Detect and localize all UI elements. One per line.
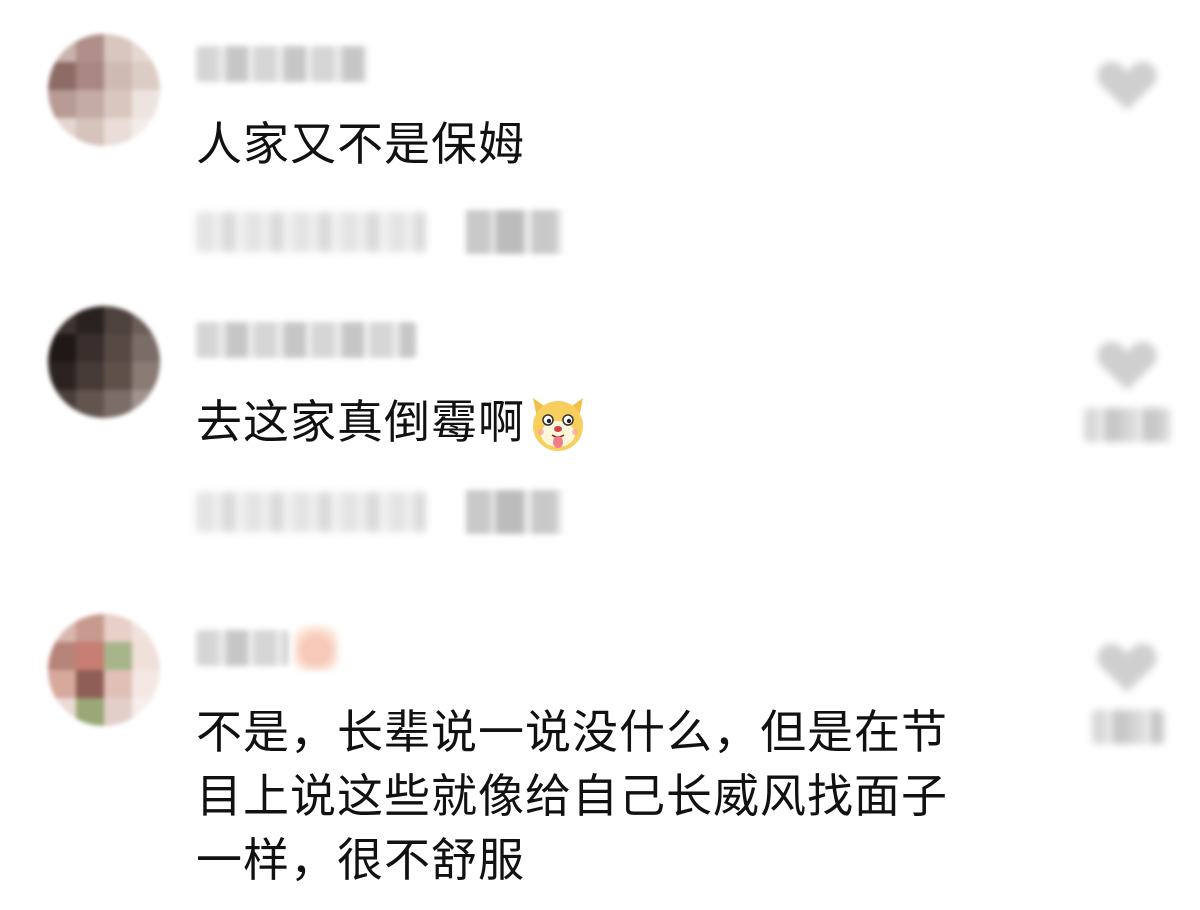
avatar-pixel	[48, 642, 76, 670]
avatar-pixel	[132, 614, 160, 642]
avatar-pixel	[48, 614, 76, 642]
avatar-pixel	[76, 306, 104, 334]
avatar-pixel	[104, 334, 132, 362]
avatar-pixel	[76, 118, 104, 146]
avatar-pixel	[48, 34, 76, 62]
avatar-pixel	[48, 118, 76, 146]
comment-text[interactable]: 人家又不是保姆	[196, 112, 525, 176]
avatar[interactable]	[48, 614, 160, 726]
avatar-pixel	[132, 334, 160, 362]
avatar-pixel	[104, 698, 132, 726]
avatar-pixel	[76, 334, 104, 362]
comment-date-blurred	[196, 492, 426, 532]
comment-line-2: 目上说这些就像给自己长威风找面子	[196, 769, 948, 823]
avatar-pixel	[104, 614, 132, 642]
comment-text[interactable]: 去这家真倒霉啊	[196, 390, 589, 457]
avatar-pixel	[132, 62, 160, 90]
avatar-pixel	[132, 362, 160, 390]
avatar-pixel	[48, 62, 76, 90]
like-heart-icon[interactable]	[1096, 58, 1158, 112]
avatar-pixel	[132, 34, 160, 62]
like-count-blurred	[1092, 710, 1164, 744]
avatar-pixel	[104, 390, 132, 418]
avatar-pixel	[48, 390, 76, 418]
avatar[interactable]	[48, 306, 160, 418]
reply-button-blurred[interactable]	[466, 490, 562, 534]
avatar-pixel	[48, 362, 76, 390]
avatar-pixel	[104, 118, 132, 146]
avatar-pixel	[104, 642, 132, 670]
like-heart-icon[interactable]	[1096, 640, 1158, 694]
avatar-pixel	[76, 642, 104, 670]
avatar-pixel	[104, 670, 132, 698]
avatar-pixel	[132, 90, 160, 118]
username-blurred[interactable]	[196, 630, 288, 666]
comment-date-blurred	[196, 212, 426, 252]
avatar-pixel	[76, 90, 104, 118]
avatar-pixel	[132, 670, 160, 698]
comment-line-3: 一样，很不舒服	[196, 833, 525, 887]
avatar-pixel	[104, 34, 132, 62]
avatar-pixel	[132, 306, 160, 334]
avatar-pixel	[104, 90, 132, 118]
avatar-pixel	[48, 306, 76, 334]
avatar-pixel	[104, 62, 132, 90]
username-blurred[interactable]	[196, 46, 368, 82]
like-count-blurred	[1084, 408, 1170, 442]
avatar-pixel	[104, 306, 132, 334]
avatar-pixel	[48, 670, 76, 698]
avatar-pixel	[76, 34, 104, 62]
avatar-pixel	[132, 698, 160, 726]
reply-button-blurred[interactable]	[466, 210, 562, 254]
avatar-pixel	[76, 362, 104, 390]
avatar-pixel	[76, 614, 104, 642]
comment-text[interactable]: 不是，长辈说一说没什么，但是在节 目上说这些就像给自己长威风找面子 一样，很不舒…	[196, 700, 948, 892]
avatar-pixel	[48, 698, 76, 726]
username-blurred[interactable]	[196, 322, 416, 358]
avatar-pixel	[76, 698, 104, 726]
avatar-pixel	[132, 118, 160, 146]
avatar-pixel	[48, 334, 76, 362]
comment-text-content: 去这家真倒霉啊	[196, 395, 525, 449]
avatar-pixel	[76, 62, 104, 90]
avatar-pixel	[132, 642, 160, 670]
username-emoji-blurred	[294, 626, 338, 670]
avatar-pixel	[76, 390, 104, 418]
avatar[interactable]	[48, 34, 160, 146]
avatar-pixel	[48, 90, 76, 118]
avatar-pixel	[132, 390, 160, 418]
dog-emoji-icon	[527, 392, 589, 454]
avatar-pixel	[76, 670, 104, 698]
like-heart-icon[interactable]	[1096, 338, 1158, 392]
comment-line-1: 不是，长辈说一说没什么，但是在节	[196, 705, 948, 759]
avatar-pixel	[104, 362, 132, 390]
comment-list: 人家又不是保姆 去这家真倒霉啊 不是，长辈说一说没什么，但是在节 目上说这些就像…	[0, 0, 1200, 910]
